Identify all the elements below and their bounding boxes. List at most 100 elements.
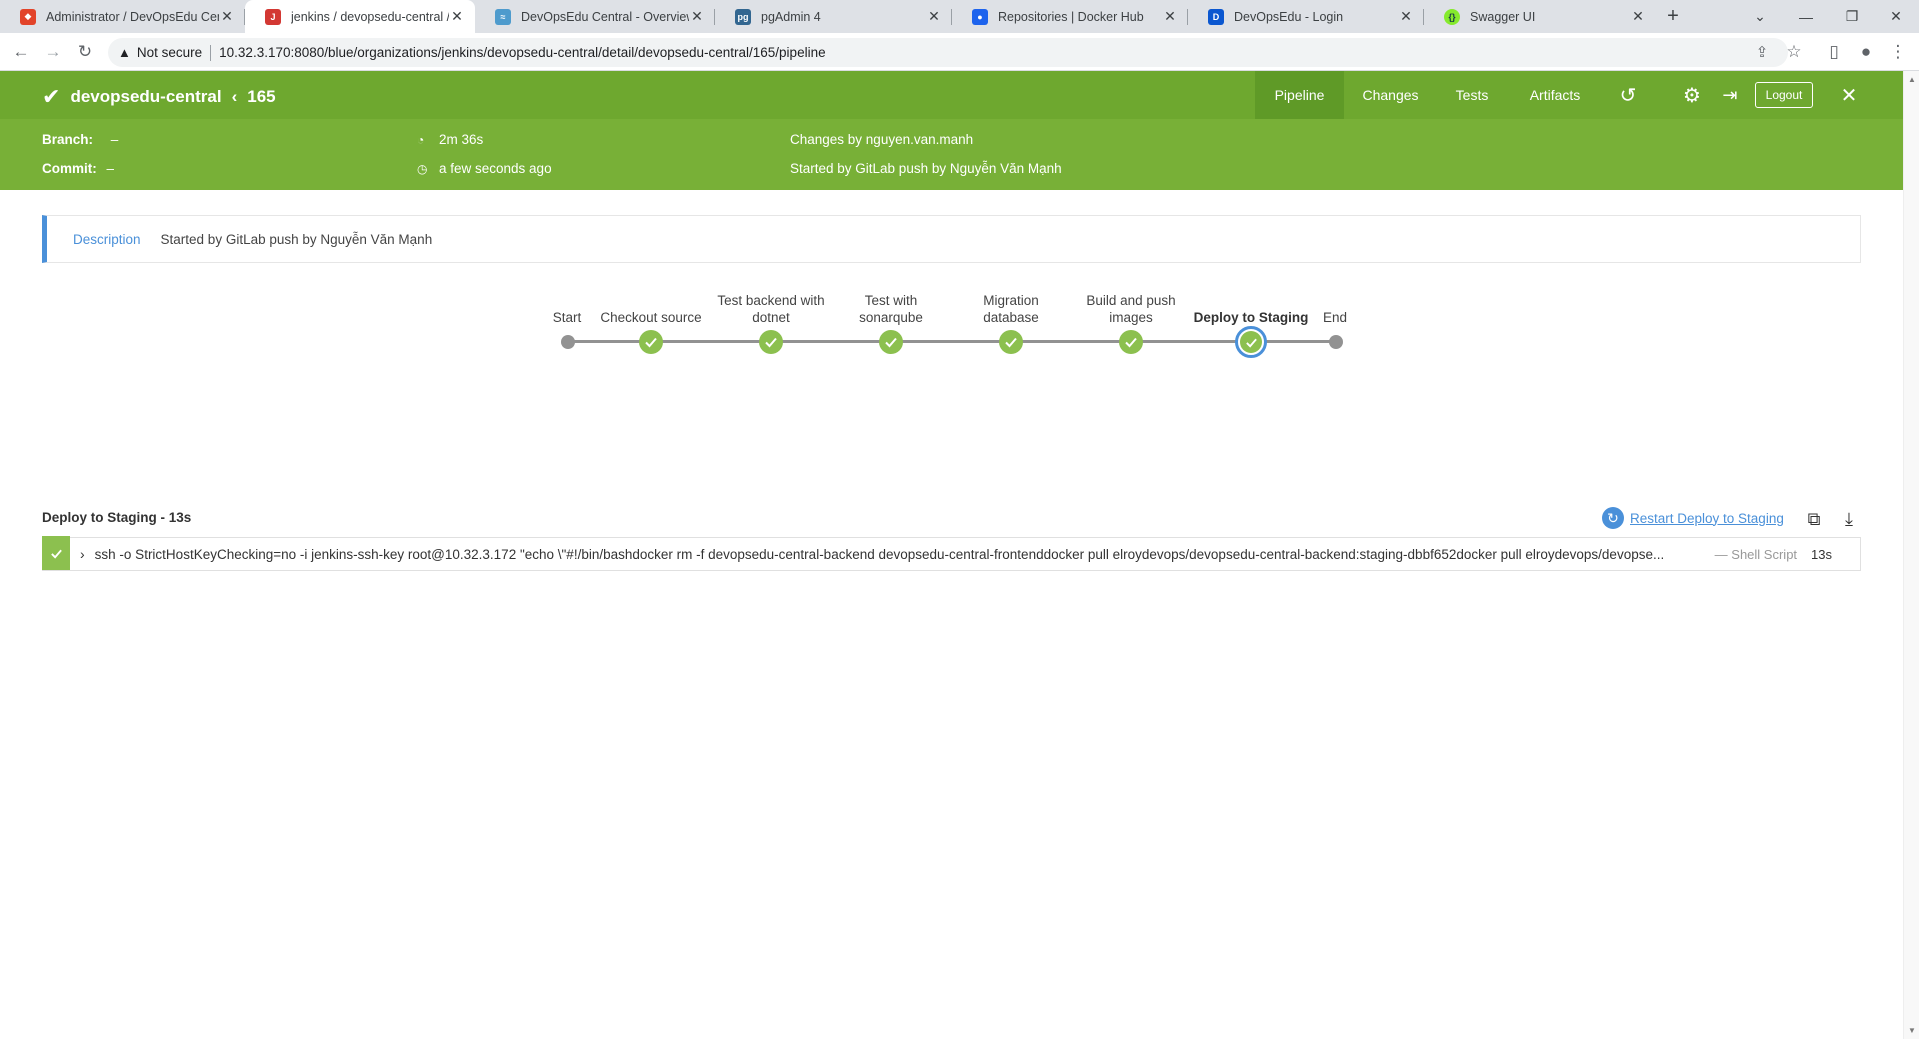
stage-label-build-push: Build and push images — [1069, 292, 1193, 326]
finished-value: a few seconds ago — [439, 161, 552, 176]
run-header: ✔ devopsedu-central ‹ 165 Pipeline Chang… — [0, 71, 1903, 190]
security-label[interactable]: Not secure — [137, 45, 202, 60]
stage-label-line: Migration — [983, 293, 1039, 308]
close-icon[interactable]: ✕ — [1837, 83, 1861, 107]
restart-stage-button[interactable]: ↻ Restart Deploy to Staging — [1602, 507, 1784, 529]
stage-node-migration[interactable] — [999, 330, 1023, 354]
step-command: ssh -o StrictHostKeyChecking=no -i jenki… — [94, 546, 1665, 562]
stage-node-start — [561, 335, 575, 349]
reload-button[interactable]: ↻ — [72, 39, 98, 65]
stage-label-sonarqube: Test with sonarqube — [829, 292, 953, 326]
chevron-right-icon[interactable]: › — [80, 546, 85, 562]
close-tab-icon[interactable]: ✕ — [1630, 8, 1646, 25]
close-tab-icon[interactable]: ✕ — [926, 8, 942, 25]
success-check-icon: ✔ — [42, 84, 61, 109]
chevron-left-icon: ‹ — [231, 87, 238, 106]
stage-node-checkout[interactable] — [639, 330, 663, 354]
scroll-up-icon[interactable]: ▲ — [1908, 75, 1916, 84]
dockerhub-icon: ● — [972, 8, 988, 25]
forward-button[interactable]: → — [40, 39, 66, 65]
commit-value: – — [106, 161, 115, 176]
duration-value: 2m 36s — [439, 132, 484, 147]
page-scrollbar[interactable]: ▲ ▼ — [1903, 71, 1919, 1039]
duration-row: ◔ 2m 36s — [417, 132, 483, 147]
close-tab-icon[interactable]: ✕ — [689, 8, 705, 25]
stage-label-test-backend: Test backend with dotnet — [709, 292, 833, 326]
check-icon — [1005, 337, 1017, 348]
gitlab-icon: ◆ — [20, 8, 36, 25]
restore-button[interactable]: ❐ — [1829, 0, 1875, 33]
browser-tab-jenkins[interactable]: J jenkins / devopsedu-central / #1 ✕ — [245, 0, 475, 33]
close-tab-icon[interactable]: ✕ — [219, 8, 235, 25]
steps-title: Deploy to Staging - 13s — [42, 510, 192, 525]
new-tab-button[interactable]: + — [1660, 4, 1686, 30]
rerun-icon[interactable]: ↺ — [1616, 83, 1640, 107]
logout-button[interactable]: Logout — [1755, 82, 1813, 108]
finished-row: ◷ a few seconds ago — [417, 161, 552, 176]
stage-label-line: Test with — [864, 293, 918, 308]
stage-label-line: Build and push — [1086, 293, 1176, 308]
browser-tab-devopsedu-login[interactable]: D DevOpsEdu - Login ✕ — [1188, 0, 1424, 33]
run-header-top: ✔ devopsedu-central ‹ 165 Pipeline Chang… — [0, 71, 1903, 119]
warning-icon[interactable]: ▲ — [118, 45, 131, 60]
address-bar[interactable]: ▲ Not secure 10.32.3.170:8080/blue/organ… — [108, 38, 1788, 67]
started-by: Started by GitLab push by Nguyễn Văn Mạn… — [790, 161, 1062, 176]
tab-artifacts[interactable]: Artifacts — [1507, 71, 1603, 119]
stage-label-line: dotnet — [752, 310, 790, 325]
gear-icon[interactable]: ⚙ — [1680, 83, 1704, 107]
tab-changes[interactable]: Changes — [1344, 71, 1437, 119]
close-window-button[interactable]: ✕ — [1873, 0, 1919, 33]
stage-node-sonarqube[interactable] — [879, 330, 903, 354]
branch-row: Branch: – — [42, 132, 118, 147]
restart-icon: ↻ — [1602, 507, 1624, 529]
close-tab-icon[interactable]: ✕ — [1398, 8, 1414, 25]
jenkins-icon: J — [265, 8, 281, 25]
stage-node-deploy-selected[interactable] — [1235, 326, 1267, 358]
pgadmin-icon: pg — [735, 8, 751, 25]
pipeline-connector — [567, 340, 1335, 343]
stage-node-test-backend[interactable] — [759, 330, 783, 354]
browser-tab-sonarqube[interactable]: ≈ DevOpsEdu Central - Overview - ✕ — [475, 0, 715, 33]
step-duration: 13s — [1811, 546, 1833, 562]
scroll-down-icon[interactable]: ▼ — [1908, 1026, 1916, 1035]
tab-tests[interactable]: Tests — [1437, 71, 1507, 119]
share-icon[interactable]: ⇪ — [1749, 39, 1775, 65]
close-tab-icon[interactable]: ✕ — [1162, 8, 1178, 25]
browser-tab-dockerhub[interactable]: ● Repositories | Docker Hub ✕ — [952, 0, 1188, 33]
check-icon — [645, 337, 657, 348]
side-panel-icon[interactable]: ▯ — [1821, 39, 1847, 65]
restart-label: Restart Deploy to Staging — [1630, 510, 1784, 526]
description-box: Description Started by GitLab push by Ng… — [42, 215, 1861, 263]
minimize-button[interactable]: — — [1783, 0, 1829, 33]
browser-tab-pgadmin[interactable]: pg pgAdmin 4 ✕ — [715, 0, 952, 33]
classic-ui-icon[interactable]: ⇥ — [1718, 83, 1742, 107]
download-icon[interactable]: ⤓ — [1838, 508, 1860, 530]
commit-row: Commit: – — [42, 161, 114, 176]
step-row[interactable]: › ssh -o StrictHostKeyChecking=no -i jen… — [42, 536, 1861, 571]
stage-label-line: database — [983, 310, 1039, 325]
stage-label-checkout: Checkout source — [600, 310, 702, 325]
clock-icon: ◷ — [417, 162, 428, 176]
branch-label: Branch: — [42, 132, 94, 147]
commit-label: Commit: — [42, 161, 97, 176]
tab-search-icon[interactable]: ⌄ — [1737, 0, 1783, 33]
browser-tab-gitlab[interactable]: ◆ Administrator / DevOpsEdu Cen ✕ — [0, 0, 245, 33]
project-name-link[interactable]: devopsedu-central — [70, 87, 221, 107]
browser-menu-icon[interactable]: ⋮ — [1885, 39, 1911, 65]
devopsedu-icon: D — [1208, 8, 1224, 25]
check-icon — [50, 549, 62, 559]
stage-label-end: End — [1322, 310, 1348, 325]
profile-avatar-icon[interactable]: ● — [1853, 39, 1879, 65]
check-icon — [885, 337, 897, 348]
run-title: ✔ devopsedu-central ‹ 165 — [42, 84, 276, 110]
stage-node-build-push[interactable] — [1119, 330, 1143, 354]
close-tab-icon[interactable]: ✕ — [449, 8, 465, 25]
url-text[interactable]: 10.32.3.170:8080/blue/organizations/jenk… — [219, 45, 825, 60]
bookmark-star-icon[interactable]: ☆ — [1781, 39, 1807, 65]
open-external-icon[interactable]: ⧉ — [1803, 508, 1825, 530]
tab-pipeline[interactable]: Pipeline — [1255, 71, 1344, 119]
back-button[interactable]: ← — [8, 39, 34, 65]
swagger-icon: {} — [1444, 8, 1460, 25]
pipeline-graph: Start Checkout source Test backend with … — [0, 285, 1903, 375]
browser-tab-swagger[interactable]: {} Swagger UI ✕ — [1424, 0, 1656, 33]
